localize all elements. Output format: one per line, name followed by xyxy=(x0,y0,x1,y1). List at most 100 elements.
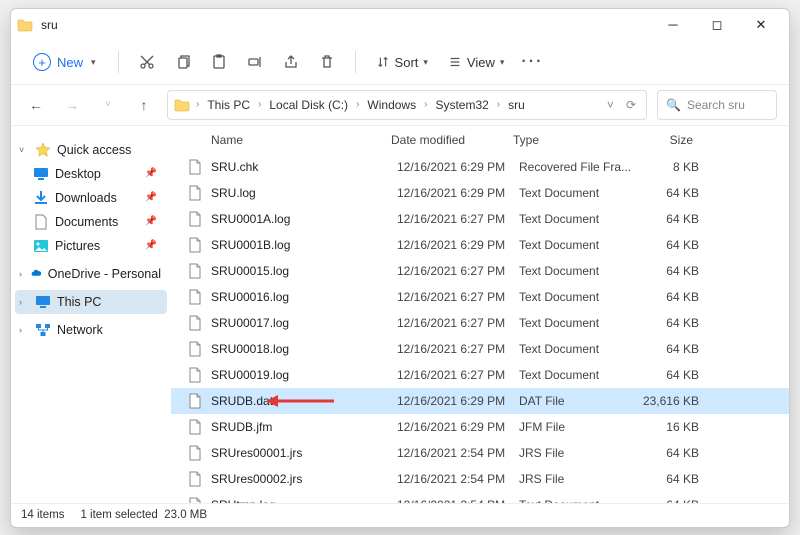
file-type: Text Document xyxy=(519,212,639,226)
file-type: Text Document xyxy=(519,342,639,356)
file-row[interactable]: SRUtmp.log12/16/2021 2:54 PMText Documen… xyxy=(171,492,789,503)
breadcrumb-seg[interactable]: Windows xyxy=(365,98,418,112)
breadcrumb-seg[interactable]: Local Disk (C:) xyxy=(267,98,350,112)
pin-icon: 📌 xyxy=(145,216,157,227)
nav-row: ← → ˅ ↑ › This PC › Local Disk (C:) › Wi… xyxy=(11,85,789,125)
breadcrumb-seg[interactable]: sru xyxy=(506,98,527,112)
file-row[interactable]: SRUDB.jfm12/16/2021 6:29 PMJFM File16 KB xyxy=(171,414,789,440)
file-type: Text Document xyxy=(519,186,639,200)
back-button[interactable]: ← xyxy=(23,92,49,118)
close-button[interactable]: ✕ xyxy=(739,9,783,41)
forward-button[interactable]: → xyxy=(59,92,85,118)
expand-icon: › xyxy=(19,325,29,335)
file-date: 12/16/2021 6:29 PM xyxy=(397,394,519,408)
file-row[interactable]: SRU00016.log12/16/2021 6:27 PMText Docum… xyxy=(171,284,789,310)
file-list[interactable]: SRU.chk12/16/2021 6:29 PMRecovered File … xyxy=(171,154,789,503)
share-button[interactable] xyxy=(275,46,307,78)
file-row[interactable]: SRU00018.log12/16/2021 6:27 PMText Docum… xyxy=(171,336,789,362)
file-size: 64 KB xyxy=(639,342,699,356)
breadcrumb-seg[interactable]: This PC xyxy=(205,98,252,112)
file-row[interactable]: SRU.chk12/16/2021 6:29 PMRecovered File … xyxy=(171,154,789,180)
recent-locations-button[interactable]: ˅ xyxy=(95,92,121,118)
file-type: DAT File xyxy=(519,394,639,408)
address-dropdown-icon[interactable]: ˅ xyxy=(603,98,618,112)
file-row[interactable]: SRU00019.log12/16/2021 6:27 PMText Docum… xyxy=(171,362,789,388)
file-row[interactable]: SRUres00001.jrs12/16/2021 2:54 PMJRS Fil… xyxy=(171,440,789,466)
new-button[interactable]: + New ▾ xyxy=(23,49,106,75)
file-size: 64 KB xyxy=(639,498,699,503)
file-date: 12/16/2021 6:27 PM xyxy=(397,342,519,356)
col-date[interactable]: Date modified xyxy=(391,133,513,147)
view-button[interactable]: View ▾ xyxy=(440,51,512,74)
up-button[interactable]: ↑ xyxy=(131,92,157,118)
breadcrumb-seg[interactable]: System32 xyxy=(433,98,490,112)
minimize-button[interactable]: ─ xyxy=(651,9,695,41)
sidebar-item-pictures[interactable]: Pictures 📌 xyxy=(15,234,167,258)
file-date: 12/16/2021 6:27 PM xyxy=(397,264,519,278)
sidebar-item-downloads[interactable]: Downloads 📌 xyxy=(15,186,167,210)
maximize-button[interactable]: ◻ xyxy=(695,9,739,41)
cut-button[interactable] xyxy=(131,46,163,78)
file-date: 12/16/2021 6:29 PM xyxy=(397,186,519,200)
pin-icon: 📌 xyxy=(145,168,157,179)
file-row[interactable]: SRU00015.log12/16/2021 6:27 PMText Docum… xyxy=(171,258,789,284)
file-row[interactable]: SRUres00002.jrs12/16/2021 2:54 PMJRS Fil… xyxy=(171,466,789,492)
rename-button[interactable] xyxy=(239,46,271,78)
paste-button[interactable] xyxy=(203,46,235,78)
file-name: SRU00015.log xyxy=(211,264,397,278)
copy-button[interactable] xyxy=(167,46,199,78)
window-title: sru xyxy=(41,18,651,32)
file-size: 64 KB xyxy=(639,446,699,460)
col-type[interactable]: Type xyxy=(513,133,633,147)
file-name: SRU00019.log xyxy=(211,368,397,382)
file-name: SRU.log xyxy=(211,186,397,200)
column-headers[interactable]: Name Date modified Type Size xyxy=(171,126,789,154)
sidebar-onedrive[interactable]: › OneDrive - Personal xyxy=(15,262,167,286)
sidebar-this-pc[interactable]: › This PC xyxy=(15,290,167,314)
delete-button[interactable] xyxy=(311,46,343,78)
file-date: 12/16/2021 6:27 PM xyxy=(397,368,519,382)
sidebar-network[interactable]: › Network xyxy=(15,318,167,342)
window-folder-icon xyxy=(17,17,33,33)
search-input[interactable]: 🔍 Search sru xyxy=(657,90,777,120)
file-row[interactable]: SRU0001B.log12/16/2021 6:29 PMText Docum… xyxy=(171,232,789,258)
file-type: Text Document xyxy=(519,238,639,252)
file-row[interactable]: SRUDB.dat12/16/2021 6:29 PMDAT File23,61… xyxy=(171,388,789,414)
sort-button[interactable]: Sort ▾ xyxy=(368,51,436,74)
file-date: 12/16/2021 6:27 PM xyxy=(397,212,519,226)
file-date: 12/16/2021 2:54 PM xyxy=(397,446,519,460)
file-size: 64 KB xyxy=(639,368,699,382)
sidebar-item-desktop[interactable]: Desktop 📌 xyxy=(15,162,167,186)
file-name: SRUtmp.log xyxy=(211,498,397,503)
more-button[interactable]: ··· xyxy=(516,46,548,78)
file-row[interactable]: SRU0001A.log12/16/2021 6:27 PMText Docum… xyxy=(171,206,789,232)
file-size: 64 KB xyxy=(639,186,699,200)
titlebar[interactable]: sru ─ ◻ ✕ xyxy=(11,9,789,41)
file-name: SRUres00002.jrs xyxy=(211,472,397,486)
chevron-down-icon: ▾ xyxy=(91,57,96,68)
file-size: 64 KB xyxy=(639,472,699,486)
address-bar[interactable]: › This PC › Local Disk (C:) › Windows › … xyxy=(167,90,647,120)
chevron-down-icon: ▾ xyxy=(500,57,505,68)
file-name: SRU0001B.log xyxy=(211,238,397,252)
sidebar-quick-access[interactable]: ˅ Quick access xyxy=(15,138,167,162)
file-name: SRU.chk xyxy=(211,160,397,174)
file-date: 12/16/2021 6:29 PM xyxy=(397,238,519,252)
file-date: 12/16/2021 2:54 PM xyxy=(397,472,519,486)
file-row[interactable]: SRU.log12/16/2021 6:29 PMText Document64… xyxy=(171,180,789,206)
refresh-button[interactable]: ⟳ xyxy=(622,98,640,112)
annotation-arrow xyxy=(266,392,336,413)
file-type: Text Document xyxy=(519,290,639,304)
toolbar-separator xyxy=(118,51,119,73)
sidebar-item-documents[interactable]: Documents 📌 xyxy=(15,210,167,234)
file-name: SRU00018.log xyxy=(211,342,397,356)
col-size[interactable]: Size xyxy=(633,133,693,147)
file-row[interactable]: SRU00017.log12/16/2021 6:27 PMText Docum… xyxy=(171,310,789,336)
col-name[interactable]: Name xyxy=(211,133,391,147)
breadcrumb-separator: › xyxy=(194,99,201,110)
view-icon xyxy=(448,55,462,69)
sort-icon xyxy=(376,55,390,69)
new-label: New xyxy=(57,55,83,70)
file-type: JFM File xyxy=(519,420,639,434)
file-type: JRS File xyxy=(519,446,639,460)
